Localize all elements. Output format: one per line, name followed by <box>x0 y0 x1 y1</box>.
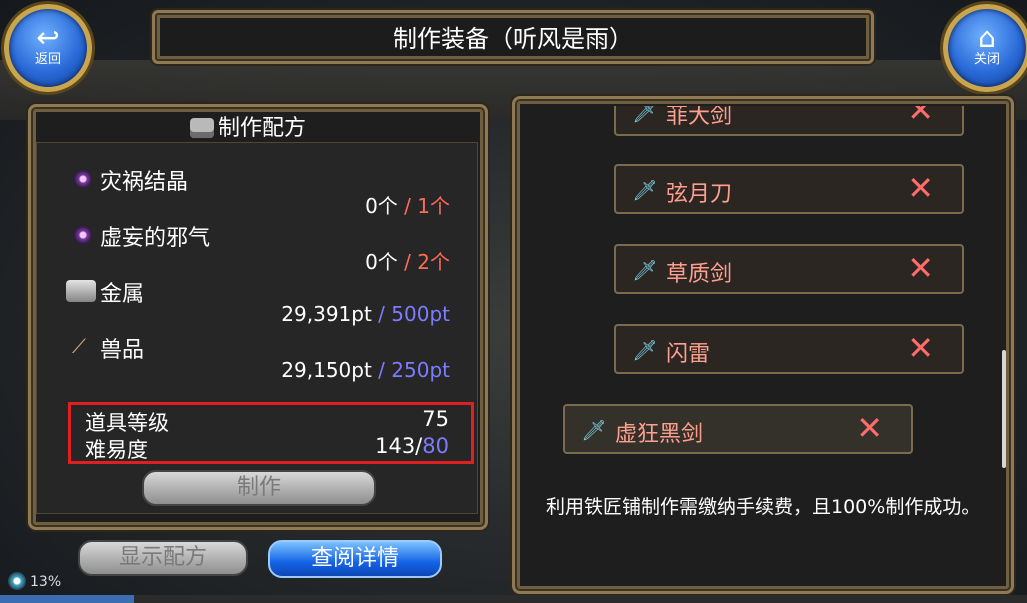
material-qty: 29,391pt / 500pt <box>281 302 450 326</box>
progress-text: 13% <box>30 574 62 590</box>
show-recipe-button[interactable]: 显示配方 <box>78 540 248 576</box>
crystal-icon <box>74 170 92 188</box>
equipment-list: 🗡 菲大剑 ✕ 🗡 弦月刀 ✕ 🗡 草质剑 ✕ 🗡 闪雷 ✕ 🗡 虚狂黑剑 ✕ <box>520 106 1000 468</box>
sword-icon: 🗡 <box>581 418 607 442</box>
close-button[interactable]: ⌂ 关闭 <box>943 4 1027 92</box>
list-item[interactable]: 🗡 草质剑 ✕ <box>614 244 964 294</box>
globe-icon <box>8 572 26 590</box>
sword-icon: 🗡 <box>632 106 658 124</box>
recipe-heading-label: 制作配方 <box>218 116 307 141</box>
anvil-icon <box>190 118 214 138</box>
sword-icon: 🗡 <box>632 338 658 362</box>
close-icon[interactable]: ✕ <box>907 251 934 285</box>
page-title: 制作装备（听风是雨） <box>393 25 633 53</box>
close-icon[interactable]: ✕ <box>907 106 934 127</box>
item-level-row: 道具等级 75 <box>85 407 449 435</box>
home-icon: ⌂ <box>978 21 996 54</box>
crystal-icon <box>74 226 92 244</box>
recipe-heading: 制作配方 <box>190 110 306 142</box>
item-name: 闪雷 <box>666 342 711 367</box>
material-qty: 0个 / 2个 <box>365 250 450 274</box>
material-name: 虚妄的邪气 <box>100 226 211 251</box>
item-name: 草质剑 <box>666 262 733 287</box>
metal-icon <box>66 280 96 302</box>
material-name: 灾祸结晶 <box>100 170 189 195</box>
list-item[interactable]: 🗡 闪雷 ✕ <box>614 324 964 374</box>
item-name: 弦月刀 <box>666 182 733 207</box>
description-text: 利用铁匠铺制作需缴纳手续费，且100%制作成功。 <box>546 496 981 518</box>
close-label: 关闭 <box>973 52 1000 67</box>
close-icon[interactable]: ✕ <box>907 331 934 365</box>
progress-bar <box>0 595 1027 603</box>
sword-icon: 🗡 <box>632 258 658 282</box>
difficulty-row: 难易度 143/80 <box>85 434 449 462</box>
close-icon[interactable]: ✕ <box>907 171 934 205</box>
stats-box: 道具等级 75 难易度 143/80 <box>68 402 474 464</box>
back-button[interactable]: ↩ 返回 <box>4 4 92 92</box>
title-bar: 制作装备（听风是雨） <box>152 10 874 64</box>
back-label: 返回 <box>34 52 61 67</box>
back-arrow-icon: ↩ <box>36 21 60 54</box>
list-scrollbar[interactable] <box>1002 350 1006 468</box>
craft-button[interactable]: 制作 <box>142 470 376 506</box>
list-item[interactable]: 🗡 菲大剑 ✕ <box>614 106 964 136</box>
item-name: 菲大剑 <box>666 106 733 129</box>
close-icon[interactable]: ✕ <box>856 411 883 445</box>
list-item[interactable]: 🗡 弦月刀 ✕ <box>614 164 964 214</box>
material-name: 兽品 <box>100 338 145 363</box>
fang-icon: ⟋ <box>72 334 86 358</box>
item-name: 虚狂黑剑 <box>615 422 704 447</box>
view-details-button[interactable]: 查阅详情 <box>268 540 442 578</box>
material-qty: 0个 / 1个 <box>365 194 450 218</box>
list-item-selected[interactable]: 🗡 虚狂黑剑 ✕ <box>563 404 913 454</box>
status-indicator: 13% <box>8 572 61 590</box>
material-qty: 29,150pt / 250pt <box>281 358 450 382</box>
sword-icon: 🗡 <box>632 178 658 202</box>
material-name: 金属 <box>100 282 145 307</box>
progress-fill <box>0 595 134 603</box>
